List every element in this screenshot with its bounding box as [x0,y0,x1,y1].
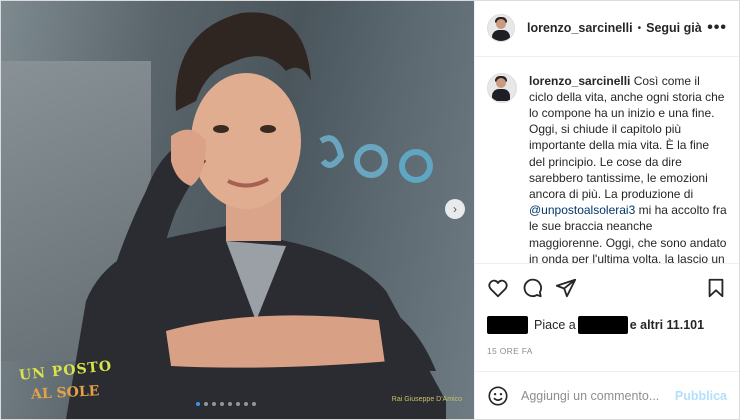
bookmark-icon[interactable] [705,277,727,299]
caption-text: lorenzo_sarcinelli Così come il ciclo de… [529,73,727,264]
post-image-carousel[interactable]: UN POSTO AL SOLE Rai Giuseppe D'Amico › [1,1,474,419]
follow-button[interactable]: Segui già [646,21,702,35]
comment-icon[interactable] [521,277,543,299]
caption-body-start: Così come il ciclo della vita, anche ogn… [529,73,725,201]
avatar[interactable] [487,72,517,103]
chevron-right-icon: › [453,202,457,216]
carousel-dot [196,402,200,406]
caption-mention-link[interactable]: @unpostoalsolerai3 [529,203,635,217]
person-photo [66,12,446,419]
next-slide-button[interactable]: › [445,199,465,219]
comment-box: Aggiungi un commento... Pubblica [475,371,739,419]
more-horizontal-icon[interactable]: ••• [707,19,727,37]
avatar[interactable] [487,14,515,43]
post-header: lorenzo_sarcinelli • Segui già ••• [475,1,739,57]
header-username[interactable]: lorenzo_sarcinelli [527,21,633,35]
carousel-dot [220,402,224,406]
publish-button[interactable]: Pubblica [675,389,727,403]
likes-count[interactable]: e altri 11.101 [630,318,704,332]
caption-username[interactable]: lorenzo_sarcinelli [529,74,630,88]
separator-dot: • [637,22,642,34]
redacted-avatar [487,315,528,334]
carousel-dot [212,402,216,406]
redacted-username [577,315,628,334]
carousel-dot [252,402,256,406]
heart-icon[interactable] [487,277,509,299]
action-bar [475,264,739,312]
carousel-indicator [196,402,256,406]
photo-credit: Rai Giuseppe D'Amico [391,396,462,403]
carousel-dot [228,402,232,406]
caption-section: lorenzo_sarcinelli Così come il ciclo de… [475,57,739,264]
emoji-icon[interactable] [487,385,509,407]
comment-input[interactable]: Aggiungi un commento... [521,389,663,403]
post-timestamp: 15 ORE FA [487,345,533,356]
likes-prefix: Piace a [534,317,576,332]
send-icon[interactable] [555,277,577,299]
carousel-dot [244,402,248,406]
likes-row[interactable]: Piace a e altri 11.101 [475,312,739,338]
carousel-dot [236,402,240,406]
instagram-post: UN POSTO AL SOLE Rai Giuseppe D'Amico › … [0,0,740,420]
post-sidebar: lorenzo_sarcinelli • Segui già ••• loren… [474,1,739,419]
carousel-dot [204,402,208,406]
